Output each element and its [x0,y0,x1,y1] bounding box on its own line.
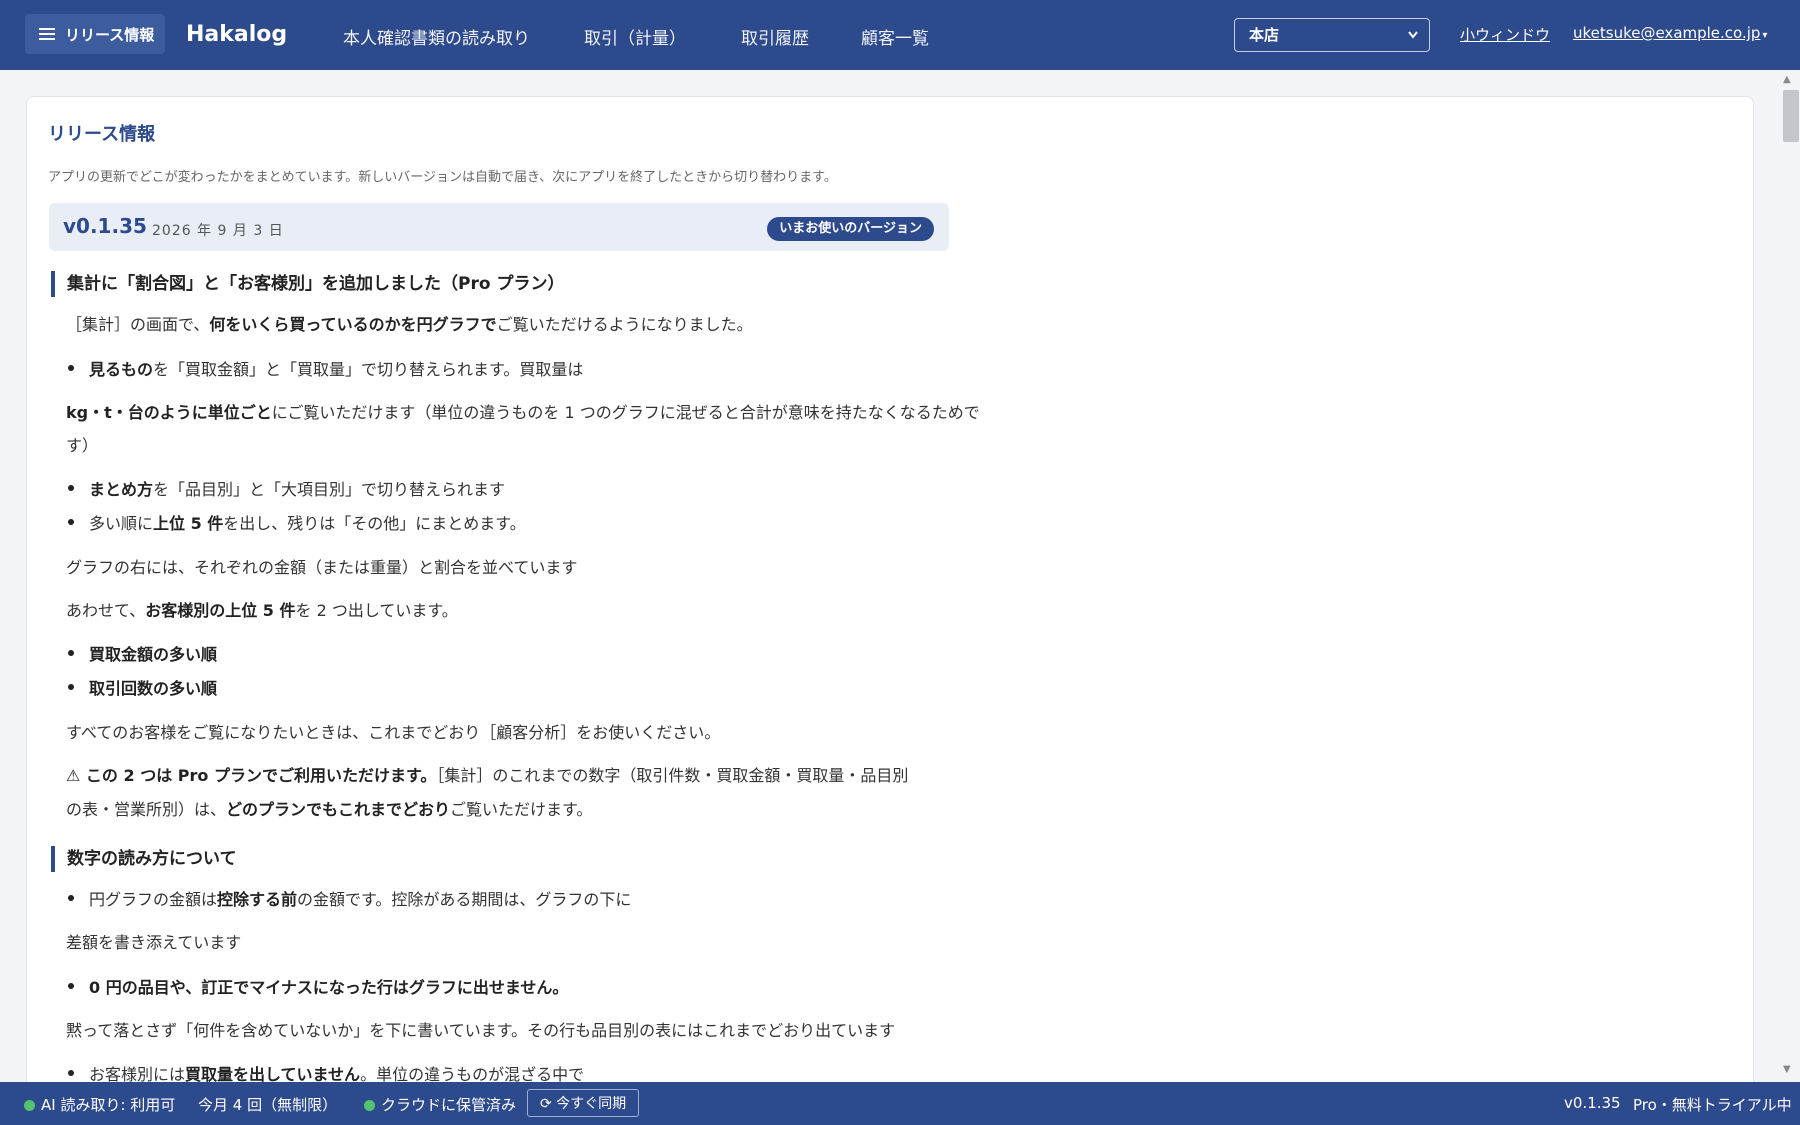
list-item: 取引回数の多い順 [66,675,217,699]
hamburger-icon [39,25,55,43]
status-bar: AI 読み取り: 利用可 今月 4 回（無制限） クラウドに保管済み ⟳ 今すぐ… [0,1082,1800,1125]
paragraph: すべてのお客様をご覧になりたいときは、これまでどおり［顧客分析］をお使いください… [66,723,721,742]
caret-down-icon: ▾ [1762,30,1768,41]
paragraph: す） [66,436,99,455]
paragraph: 黙って落とさず「何件を含めていないか」を下に書いています。その行も品目別の表には… [66,1021,896,1040]
app-version: v0.1.35 [1564,1094,1621,1112]
status-dot-icon [364,1100,375,1111]
plan-status: Pro・無料トライアル中 [1633,1096,1792,1114]
brand-logo[interactable]: Hakalog [186,22,287,47]
scroll-up-icon[interactable]: ▲ [1783,74,1791,85]
paragraph: ⚠ この 2 つは Pro プランでご利用いただけます。［集計］のこれまでの数字… [66,766,909,785]
monthly-count: 今月 4 回（無制限） [198,1096,338,1114]
nav-history[interactable]: 取引履歴 [741,24,809,49]
menu-button-label: リリース情報 [65,25,155,44]
top-bar: リリース情報 Hakalog 本人確認書類の読み取り 取引（計量） 取引履歴 顧… [0,0,1800,70]
paragraph: あわせて、お客様別の上位 5 件を 2 つ出しています。 [66,601,458,620]
nav-customers[interactable]: 顧客一覧 [861,24,929,49]
cloud-status: クラウドに保管済み [364,1094,516,1115]
paragraph: グラフの右には、それぞれの金額（または重量）と割合を並べています [66,558,578,577]
chevron-down-icon [1407,19,1419,64]
mini-window-link[interactable]: 小ウィンドウ [1460,24,1550,45]
release-menu-button[interactable]: リリース情報 [25,14,165,54]
scrollbar-track[interactable] [1782,70,1800,1082]
store-select[interactable]: 本店 [1234,18,1430,52]
user-email: uketsuke@example.co.jp [1573,24,1761,42]
list-item: まとめ方を「品目別」と「大項目別」で切り替えられます [66,476,505,500]
paragraph: の表・営業所別）は、どのプランでもこれまでどおりご覧いただけます。 [66,800,593,819]
paragraph: 差額を書き添えています [66,933,242,952]
page-title: リリース情報 [48,124,156,145]
list-item: 円グラフの金額は控除する前の金額です。控除がある期間は、グラフの下に [66,886,631,910]
ai-status: AI 読み取り: 利用可 [24,1094,175,1115]
page-description: アプリの更新でどこが変わったかをまとめています。新しいバージョンは自動で届き、次… [48,170,837,185]
list-item: 買取金額の多い順 [66,641,217,665]
list-item: 0 円の品目や、訂正でマイナスになった行はグラフに出せません。 [66,974,568,998]
paragraph: kg・t・台のように単位ごとにご覧いただけます（単位の違うものを 1 つのグラフ… [66,403,980,422]
section-heading: 集計に「割合図」と「お客様別」を追加しました（Pro プラン） [51,271,564,297]
section-heading: 数字の読み方について [51,846,237,872]
nav-id-reader[interactable]: 本人確認書類の読み取り [343,24,530,49]
scrollbar-thumb[interactable] [1783,90,1799,142]
list-item: 多い順に上位 5 件を出し、残りは「その他」にまとめます。 [66,510,526,534]
version-header: v0.1.35 2026 年 9 月 3 日 いまお使いのバージョン [49,203,949,251]
user-menu[interactable]: uketsuke@example.co.jp ▾ [1573,24,1767,42]
store-select-value: 本店 [1249,26,1280,44]
release-date: 2026 年 9 月 3 日 [152,223,284,239]
sync-now-button[interactable]: ⟳ 今すぐ同期 [527,1089,640,1117]
scroll-down-icon[interactable]: ▼ [1783,1064,1791,1075]
paragraph: ［集計］の画面で、何をいくら買っているのかを円グラフでご覧いただけるようになりま… [66,315,753,334]
version-number: v0.1.35 [63,214,147,238]
current-version-badge: いまお使いのバージョン [767,217,934,241]
nav-transaction[interactable]: 取引（計量） [584,24,686,49]
list-item: 見るものを「買取金額」と「買取量」で切り替えられます。買取量は [66,356,583,380]
status-dot-icon [24,1100,35,1111]
